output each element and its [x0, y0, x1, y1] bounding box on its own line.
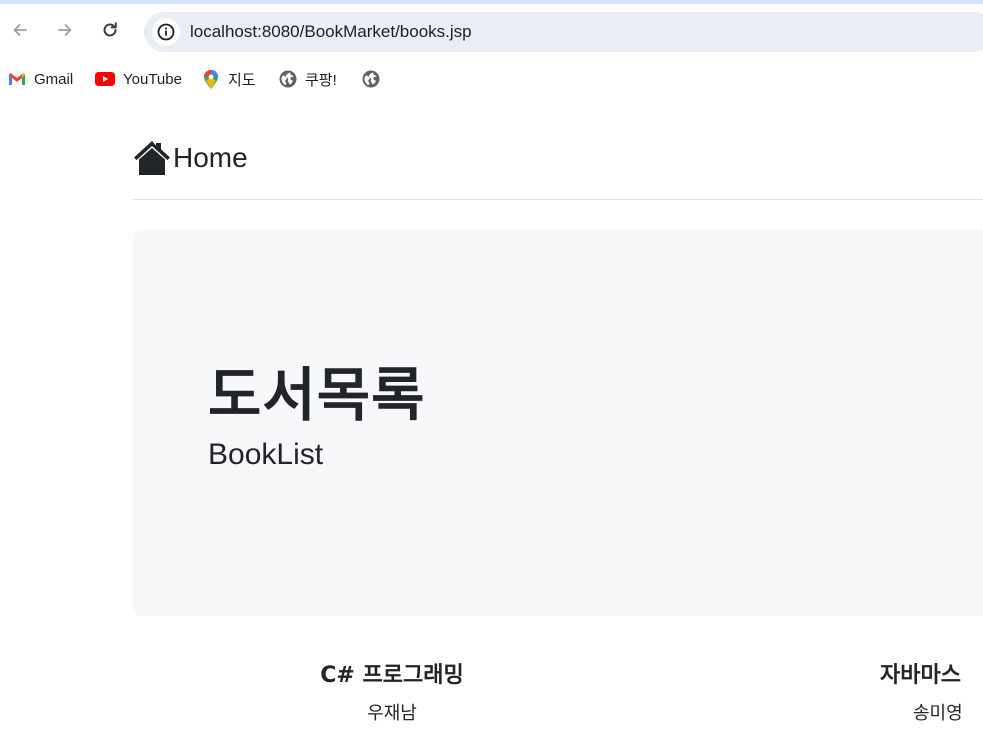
book-card: 자바마스 송미영 — [880, 657, 983, 725]
reload-icon — [103, 22, 117, 37]
site-info-button[interactable] — [152, 18, 180, 46]
bookmark-unnamed[interactable] — [362, 68, 388, 90]
book-author: 송미영 — [913, 703, 963, 724]
home-label: Home — [173, 142, 248, 173]
bookmark-label: 쿠팡! — [305, 71, 337, 89]
maps-pin-icon — [202, 69, 220, 89]
nav-divider — [133, 199, 983, 200]
browser-toolbar: localhost:8080/BookMarket/books.jsp — [0, 4, 983, 60]
page-title: 도서목록 — [208, 361, 426, 429]
youtube-icon — [95, 70, 115, 88]
info-icon — [157, 23, 175, 41]
address-bar[interactable]: localhost:8080/BookMarket/books.jsp — [144, 12, 983, 52]
arrow-left-icon — [13, 24, 27, 36]
bookmark-maps[interactable]: 지도 — [202, 68, 256, 90]
forward-button[interactable] — [53, 18, 77, 42]
page-subtitle: BookList — [208, 438, 324, 471]
bookmark-youtube[interactable]: YouTube — [95, 68, 182, 90]
url-text[interactable]: localhost:8080/BookMarket/books.jsp — [190, 22, 472, 42]
reload-button[interactable] — [98, 18, 122, 42]
bookmark-label: 지도 — [228, 71, 256, 89]
globe-icon — [279, 70, 297, 88]
bookmark-gmail[interactable]: Gmail — [8, 68, 73, 90]
book-author: 우재남 — [367, 703, 417, 724]
arrow-right-icon — [58, 24, 72, 36]
gmail-icon — [8, 70, 26, 88]
bookmark-label: YouTube — [123, 70, 182, 88]
bookmark-coupang[interactable]: 쿠팡! — [279, 68, 337, 90]
book-title: C# 프로그래밍 — [320, 663, 464, 688]
bookmarks-bar: Gmail YouTube 지도 쿠팡! — [0, 60, 983, 98]
book-title: 자바마스 — [880, 663, 961, 688]
house-icon — [134, 141, 170, 175]
jumbotron: 도서목록 BookList — [133, 230, 983, 616]
back-button[interactable] — [8, 18, 32, 42]
globe-icon — [362, 70, 380, 88]
book-card: C# 프로그래밍 우재남 — [292, 657, 492, 725]
bookmark-label: Gmail — [34, 70, 74, 88]
home-link[interactable]: Home — [133, 136, 248, 180]
